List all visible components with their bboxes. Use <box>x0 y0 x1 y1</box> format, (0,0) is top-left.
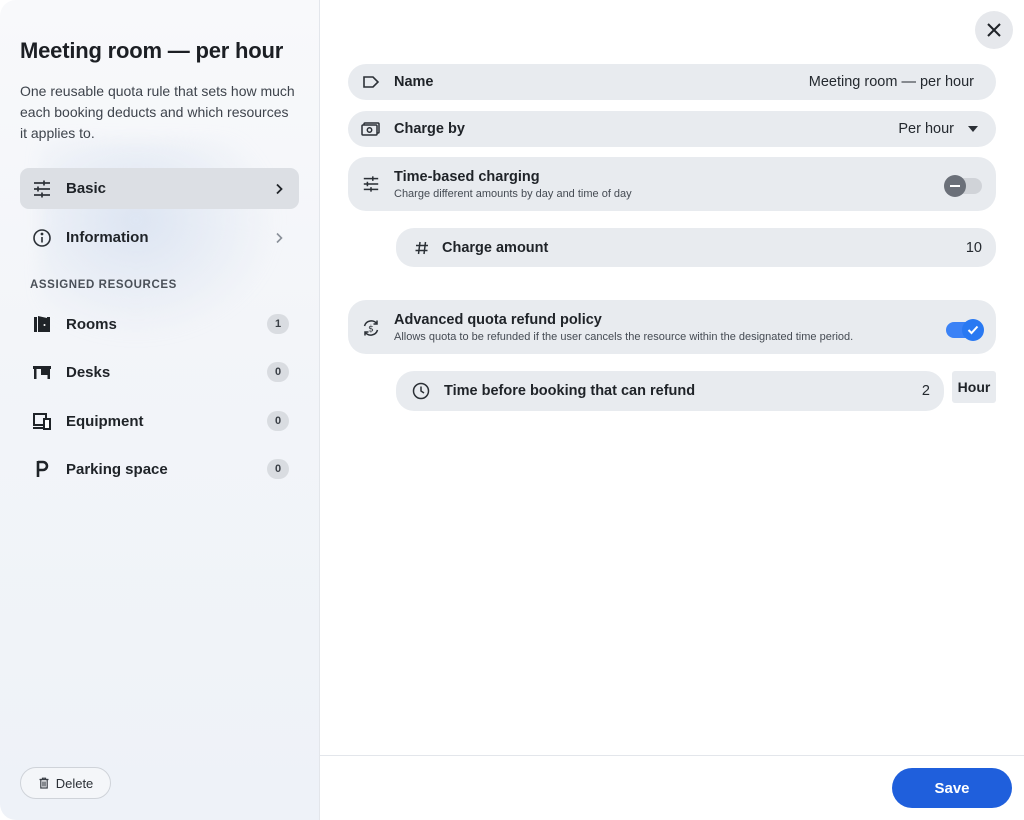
clock-icon <box>411 381 431 401</box>
resource-item-parking-space[interactable]: Parking space 0 <box>20 449 299 489</box>
sliders-icon <box>32 179 52 199</box>
refund-policy-row: $ Advanced quota refund policy Allows qu… <box>348 300 996 354</box>
time-based-toggle[interactable] <box>944 175 982 197</box>
resource-item-desks[interactable]: Desks 0 <box>20 352 299 392</box>
resource-label: Desks <box>66 363 111 381</box>
time-based-charging-row: Time-based charging Charge different amo… <box>348 157 996 211</box>
section-label-assigned-resources: ASSIGNED RESOURCES <box>30 279 177 291</box>
page-description: One reusable quota rule that sets how mu… <box>20 83 295 141</box>
refund-icon: $ <box>361 318 381 338</box>
charge-by-select[interactable]: Charge by Per hour <box>348 111 996 147</box>
desk-icon <box>32 362 52 382</box>
charge-amount-field[interactable]: Charge amount 10 <box>396 228 996 267</box>
count-badge: 0 <box>267 411 289 431</box>
close-button[interactable] <box>975 11 1013 49</box>
quota-rule-modal: Meeting room — per hour One reusable quo… <box>0 0 1024 820</box>
trash-icon <box>38 777 50 789</box>
name-field[interactable]: Name Meeting room — per hour <box>348 64 996 100</box>
close-icon <box>986 22 1002 38</box>
charge-by-label: Charge by <box>394 121 465 137</box>
charge-amount-label: Charge amount <box>442 239 549 256</box>
check-icon <box>962 319 984 341</box>
hash-icon <box>412 238 432 258</box>
refund-time-label: Time before booking that can refund <box>444 383 696 399</box>
refund-time-field[interactable]: Time before booking that can refund 2 <box>396 371 944 411</box>
resource-label: Parking space <box>66 460 168 478</box>
nav-item-basic[interactable]: Basic <box>20 168 299 209</box>
resource-item-equipment[interactable]: Equipment 0 <box>20 401 299 441</box>
refund-policy-toggle[interactable] <box>946 319 984 341</box>
name-label: Name <box>394 74 434 90</box>
sidebar: Meeting room — per hour One reusable quo… <box>0 0 320 820</box>
nav-item-information[interactable]: Information <box>20 217 299 258</box>
name-value: Meeting room — per hour <box>808 74 974 90</box>
time-based-description: Charge different amounts by day and time… <box>394 187 632 200</box>
resource-label: Equipment <box>66 412 144 430</box>
resource-label: Rooms <box>66 315 117 333</box>
count-badge: 0 <box>267 362 289 382</box>
save-button[interactable]: Save <box>892 768 1012 808</box>
delete-button-label: Delete <box>55 775 94 791</box>
devices-icon <box>32 411 52 431</box>
money-icon <box>361 119 381 139</box>
tag-icon <box>361 72 381 92</box>
caret-down-icon <box>968 126 978 132</box>
resource-item-rooms[interactable]: Rooms 1 <box>20 304 299 344</box>
charge-by-value: Per hour <box>898 121 954 137</box>
door-icon <box>32 314 52 334</box>
svg-text:$: $ <box>368 325 374 335</box>
nav-item-label: Basic <box>66 180 107 197</box>
refund-policy-description: Allows quota to be refunded if the user … <box>394 330 854 343</box>
charge-amount-value: 10 <box>965 239 982 256</box>
page-title: Meeting room — per hour <box>20 38 284 63</box>
nav-item-label: Information <box>66 229 149 246</box>
sliders-icon <box>361 174 381 194</box>
info-icon <box>32 228 52 248</box>
count-badge: 1 <box>267 314 289 334</box>
refund-time-value: 2 <box>921 383 930 399</box>
refund-time-unit-select[interactable]: Hour <box>952 371 996 403</box>
chevron-right-icon <box>267 226 291 250</box>
chevron-right-icon <box>267 177 291 201</box>
toggle-off-knob <box>944 175 966 197</box>
time-based-label: Time-based charging <box>394 168 540 185</box>
parking-icon <box>32 459 52 479</box>
count-badge: 0 <box>267 459 289 479</box>
refund-policy-label: Advanced quota refund policy <box>394 311 602 328</box>
delete-button[interactable]: Delete <box>20 767 111 799</box>
